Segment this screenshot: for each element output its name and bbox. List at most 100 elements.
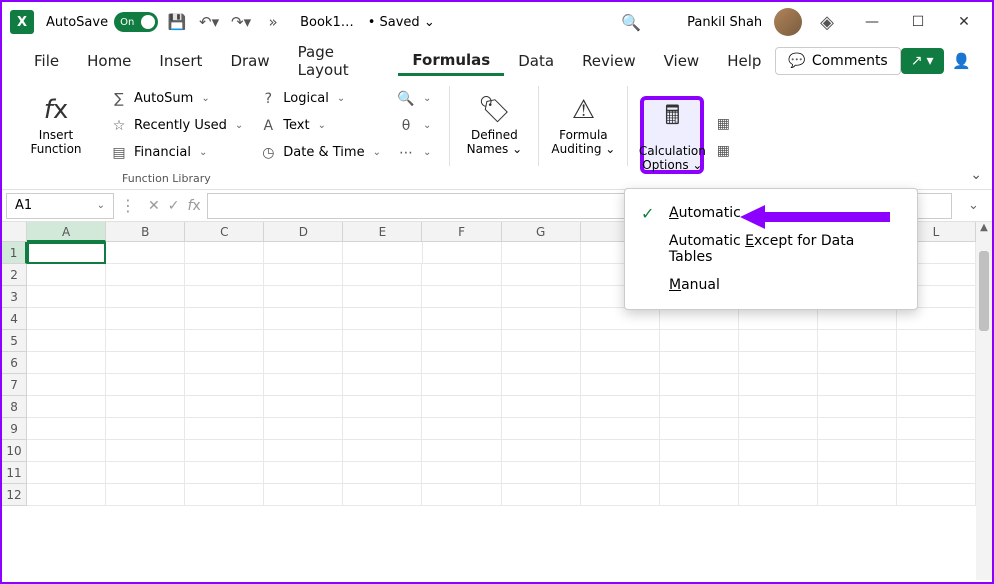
row-header[interactable]: 5 [2,330,27,352]
cell[interactable] [27,396,106,418]
cell[interactable] [264,418,343,440]
col-header[interactable]: F [422,222,501,242]
cell[interactable] [897,418,976,440]
cell[interactable] [27,264,106,286]
cell[interactable] [343,440,422,462]
cell[interactable] [502,396,581,418]
cell[interactable] [581,396,660,418]
date-time-button[interactable]: ◷Date & Time⌄ [253,140,387,165]
row-header[interactable]: 1 [2,242,27,264]
cell[interactable] [739,462,818,484]
share-button[interactable]: ↗▾ [901,48,944,74]
cell[interactable] [818,462,897,484]
comments-button[interactable]: 💬Comments [775,47,900,75]
cell[interactable] [818,308,897,330]
cell[interactable] [502,374,581,396]
cell[interactable] [27,484,106,506]
insert-function-button[interactable]: fx Insert Function [24,86,88,164]
tab-review[interactable]: Review [568,48,650,74]
cell[interactable] [27,330,106,352]
cell[interactable] [422,308,501,330]
qat-more-button[interactable]: » [260,9,286,35]
more-functions-button[interactable]: ⋯⌄ [391,140,437,165]
cell[interactable] [897,440,976,462]
tab-help[interactable]: Help [713,48,775,74]
recently-used-button[interactable]: ☆Recently Used⌄ [104,113,249,138]
cell[interactable] [27,462,106,484]
cell[interactable] [897,462,976,484]
cell[interactable] [581,374,660,396]
cell[interactable] [106,462,185,484]
diamond-icon[interactable]: ◈ [820,12,834,33]
cell[interactable] [581,440,660,462]
row-header[interactable]: 3 [2,286,27,308]
col-header[interactable]: C [185,222,264,242]
document-title[interactable]: Book1… [300,15,354,30]
calculation-options-button[interactable]: 🖩 Calculation Options ⌄ [640,96,704,174]
cell[interactable] [185,264,264,286]
vertical-scrollbar[interactable]: ▲ [976,222,992,580]
cell[interactable] [502,242,581,264]
scroll-thumb[interactable] [979,251,989,331]
dropdown-item-automatic-except[interactable]: Automatic Except for Data Tables [625,231,917,267]
cell[interactable] [502,308,581,330]
expand-formula-bar-button[interactable]: ⌄ [968,198,986,213]
cancel-formula-button[interactable]: ✕ [148,198,160,214]
dropdown-item-automatic[interactable]: ✓ Automatic [625,195,917,231]
cell[interactable] [581,330,660,352]
cell[interactable] [739,352,818,374]
col-header[interactable]: D [264,222,343,242]
save-button[interactable]: 💾 [164,9,190,35]
formula-auditing-button[interactable]: ⚠ Formula Auditing ⌄ [551,86,615,164]
col-header[interactable]: E [343,222,422,242]
cell[interactable] [185,374,264,396]
cell[interactable] [264,264,343,286]
defined-names-button[interactable]: 🏷 Defined Names ⌄ [462,86,526,164]
cell[interactable] [106,242,185,264]
cell[interactable] [739,418,818,440]
cell[interactable] [185,462,264,484]
row-header[interactable]: 6 [2,352,27,374]
cell[interactable] [264,352,343,374]
cell[interactable] [502,418,581,440]
autosave-toggle[interactable]: On [114,12,158,32]
cell[interactable] [818,374,897,396]
cell[interactable] [343,374,422,396]
cell[interactable] [343,264,422,286]
row-header[interactable]: 7 [2,374,27,396]
cell[interactable] [660,396,739,418]
cell[interactable] [264,286,343,308]
cell[interactable] [739,440,818,462]
cell[interactable] [502,352,581,374]
cell[interactable] [264,374,343,396]
cell[interactable] [581,308,660,330]
cell[interactable] [422,264,501,286]
cell[interactable] [502,484,581,506]
confirm-formula-button[interactable]: ✓ [168,198,180,214]
cell[interactable] [106,374,185,396]
cell[interactable] [660,418,739,440]
cell[interactable] [660,374,739,396]
cell[interactable] [818,484,897,506]
tab-data[interactable]: Data [504,48,568,74]
cell[interactable] [739,374,818,396]
cell[interactable] [739,330,818,352]
cell[interactable] [27,374,106,396]
dropdown-item-manual[interactable]: Manual [625,267,917,303]
cell[interactable] [185,286,264,308]
cell[interactable] [581,462,660,484]
cell[interactable] [185,330,264,352]
cell[interactable] [264,462,343,484]
row-header[interactable]: 2 [2,264,27,286]
cell[interactable] [502,330,581,352]
cell[interactable] [106,352,185,374]
cell[interactable] [106,330,185,352]
text-button[interactable]: AText⌄ [253,113,387,138]
undo-button[interactable]: ↶▾ [196,9,222,35]
cell[interactable] [422,352,501,374]
cell[interactable] [264,308,343,330]
redo-button[interactable]: ↷▾ [228,9,254,35]
cell[interactable] [343,242,422,264]
tab-insert[interactable]: Insert [145,48,216,74]
cell[interactable] [422,286,501,308]
